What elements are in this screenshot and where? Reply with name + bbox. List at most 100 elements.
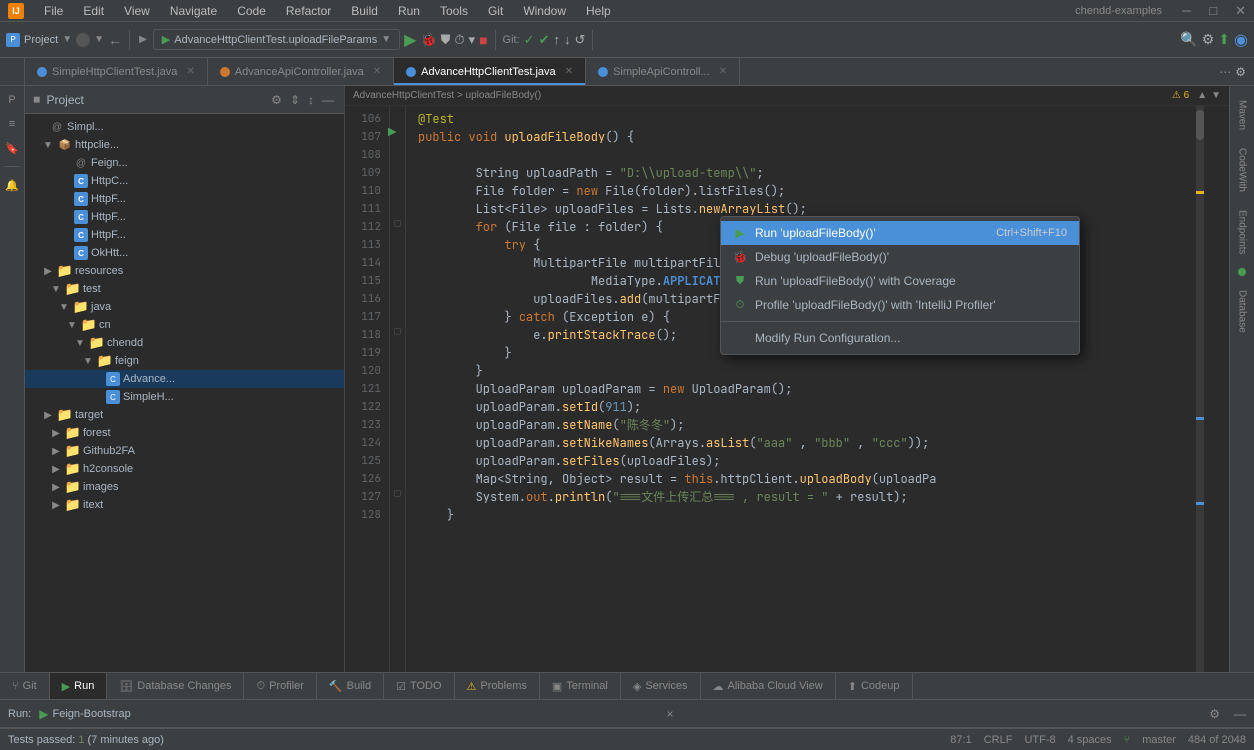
debug-button[interactable]: 🐞 (420, 32, 436, 48)
tab-close-advance-api[interactable]: ✕ (373, 66, 381, 77)
tree-item-simple-file[interactable]: C SimpleH... (25, 388, 344, 406)
fold-icon-112[interactable]: □ (395, 217, 401, 230)
menu-refactor[interactable]: Refactor (282, 2, 335, 20)
run-bar-collapse-btn[interactable]: — (1234, 707, 1246, 721)
tree-item-h2console[interactable]: ▶ 📁 h2console (25, 460, 344, 478)
sidebar-notification-btn[interactable]: 🔔 (2, 175, 22, 195)
tree-item-cn[interactable]: ▼ 📁 cn (25, 316, 344, 334)
gutter-107[interactable]: ▶ (390, 124, 405, 142)
left-sidebar-struct-btn[interactable]: ≡ (2, 114, 22, 134)
menu-tools[interactable]: Tools (436, 2, 472, 20)
tree-item-test[interactable]: ▼ 📁 test (25, 280, 344, 298)
fold-icon-118[interactable]: □ (395, 325, 401, 338)
maximize-btn[interactable]: □ (1209, 3, 1217, 18)
coverage-button[interactable]: ⛊ (441, 32, 451, 48)
bottom-tab-alibaba[interactable]: ☁ Alibaba Cloud View (701, 673, 836, 699)
panel-collapse-btn[interactable]: — (320, 91, 336, 109)
stop-button[interactable]: ■ (479, 32, 487, 48)
tab-advanceapicontroller[interactable]: AdvanceApiController.java ✕ (208, 58, 394, 85)
bottom-tab-run[interactable]: ▶ Run (50, 673, 108, 699)
git-tick-icon[interactable]: ✔ (539, 32, 550, 48)
project-dropdown-icon[interactable]: ▼ (62, 34, 72, 45)
menu-code[interactable]: Code (233, 2, 270, 20)
tree-item-feign[interactable]: @ Feign... (25, 154, 344, 172)
tree-item-resources[interactable]: ▶ 📁 resources (25, 262, 344, 280)
search-btn[interactable]: 🔍 (1180, 31, 1197, 48)
menu-help[interactable]: Help (582, 2, 615, 20)
tabs-more-btn[interactable]: ⋯ ⚙ (1211, 58, 1254, 85)
tree-item-github2fa[interactable]: ▶ 📁 Github2FA (25, 442, 344, 460)
tree-item-feign-folder[interactable]: ▼ 📁 feign (25, 352, 344, 370)
tree-item-httpf1[interactable]: C HttpF... (25, 190, 344, 208)
left-sidebar-bookmark-btn[interactable]: 🔖 (2, 138, 22, 158)
right-sidebar-endpoints[interactable]: Endpoints (1233, 204, 1252, 260)
tree-item-target[interactable]: ▶ 📁 target (25, 406, 344, 424)
context-menu-run[interactable]: ▶ Run 'uploadFileBody()' Ctrl+Shift+F10 (721, 221, 1079, 245)
git-arrow-down[interactable]: ↓ (564, 32, 571, 47)
tree-item-advance-file[interactable]: C Advance... (25, 370, 344, 388)
context-menu-profile[interactable]: ⏱ Profile 'uploadFileBody()' with 'Intel… (721, 293, 1079, 317)
tree-item-okhtt[interactable]: C OkHtt... (25, 244, 344, 262)
run-bar-close-btn[interactable]: × (666, 707, 673, 721)
tab-close-advance-http[interactable]: ✕ (565, 66, 573, 77)
status-line-ending[interactable]: CRLF (984, 734, 1013, 746)
tree-item-itext[interactable]: ▶ 📁 itext (25, 496, 344, 514)
status-indent[interactable]: 4 spaces (1068, 734, 1112, 746)
tree-item-httpc1[interactable]: C HttpC... (25, 172, 344, 190)
tree-item-java[interactable]: ▼ 📁 java (25, 298, 344, 316)
menu-view[interactable]: View (120, 2, 154, 20)
tab-simplehttpclienttest[interactable]: SimpleHttpClientTest.java ✕ (25, 58, 208, 85)
menu-run[interactable]: Run (394, 2, 424, 20)
bottom-tab-git[interactable]: ⑂ Git (0, 673, 50, 699)
menu-window[interactable]: Window (519, 2, 570, 20)
bottom-tab-problems[interactable]: ⚠ Problems (455, 673, 540, 699)
status-position[interactable]: 87:1 (950, 734, 971, 746)
bottom-tab-build[interactable]: 🔨 Build (317, 673, 384, 699)
avatar-dropdown-icon[interactable]: ▼ (94, 34, 104, 45)
settings-gear[interactable]: ⚙ (1202, 31, 1215, 48)
run-gutter-icon[interactable]: ▶ (388, 124, 396, 142)
tab-advancehttpclienttest[interactable]: AdvanceHttpClientTest.java ✕ (394, 58, 586, 85)
git-history[interactable]: ↺ (574, 32, 585, 48)
status-encoding[interactable]: UTF-8 (1024, 734, 1055, 746)
bottom-tab-codeup[interactable]: ⬆ Codeup (836, 673, 913, 699)
git-arrow-up[interactable]: ↑ (553, 32, 560, 47)
menu-navigate[interactable]: Navigate (166, 2, 221, 20)
run-bar-settings-btn[interactable]: ⚙ (1209, 707, 1220, 721)
bottom-tab-services[interactable]: ◈ Services (621, 673, 701, 699)
profile-button[interactable]: ⏱ (454, 32, 464, 48)
scroll-down-btn[interactable]: ▼ (1211, 90, 1221, 101)
close-window-btn[interactable]: ✕ (1235, 3, 1246, 19)
scroll-up-btn[interactable]: ▲ (1197, 90, 1207, 101)
panel-scroll-btn[interactable]: ⇕ (288, 91, 302, 109)
minimize-btn[interactable]: ─ (1182, 3, 1191, 18)
tab-close-simple[interactable]: ✕ (186, 66, 194, 77)
context-menu-debug[interactable]: 🐞 Debug 'uploadFileBody()' (721, 245, 1079, 269)
tree-item-simpl[interactable]: @ Simpl... (25, 118, 344, 136)
context-menu-coverage[interactable]: ⛊ Run 'uploadFileBody()' with Coverage (721, 269, 1079, 293)
right-sidebar-database[interactable]: Database (1233, 284, 1252, 339)
bottom-tab-todo[interactable]: ☑ TODO (384, 673, 454, 699)
tree-item-httpclie[interactable]: ▼ 📦 httpclie... (25, 136, 344, 154)
bottom-tab-terminal[interactable]: ▣ Terminal (540, 673, 621, 699)
tab-close-simple-api[interactable]: ✕ (719, 66, 727, 77)
update-btn[interactable]: ⬆ (1218, 31, 1230, 48)
tree-item-images[interactable]: ▶ 📁 images (25, 478, 344, 496)
run-button[interactable]: ▶ (404, 30, 416, 50)
bottom-tab-dbchanges[interactable]: 🗄 Database Changes (107, 673, 244, 699)
run-config-dropdown[interactable]: ▼ (381, 34, 391, 45)
run-config-selector[interactable]: ▶ AdvanceHttpClientTest.uploadFileParams… (153, 29, 400, 50)
right-sidebar-maven[interactable]: Maven (1233, 94, 1252, 136)
fold-icon-127[interactable]: □ (395, 487, 401, 500)
more-run-options[interactable]: ▾ (469, 32, 476, 48)
left-sidebar-project-btn[interactable]: P (2, 90, 22, 110)
tab-simpleapicontroller[interactable]: SimpleApiControll... ✕ (586, 58, 740, 85)
right-sidebar-codewith[interactable]: CodeWith (1233, 142, 1252, 198)
status-branch[interactable]: master (1142, 734, 1176, 746)
tree-item-httpf3[interactable]: C HttpF... (25, 226, 344, 244)
tree-item-chendd[interactable]: ▼ 📁 chendd (25, 334, 344, 352)
git-check-icon[interactable]: ✓ (524, 32, 535, 48)
tree-item-forest[interactable]: ▶ 📁 forest (25, 424, 344, 442)
menu-git[interactable]: Git (484, 2, 507, 20)
menu-edit[interactable]: Edit (79, 2, 108, 20)
